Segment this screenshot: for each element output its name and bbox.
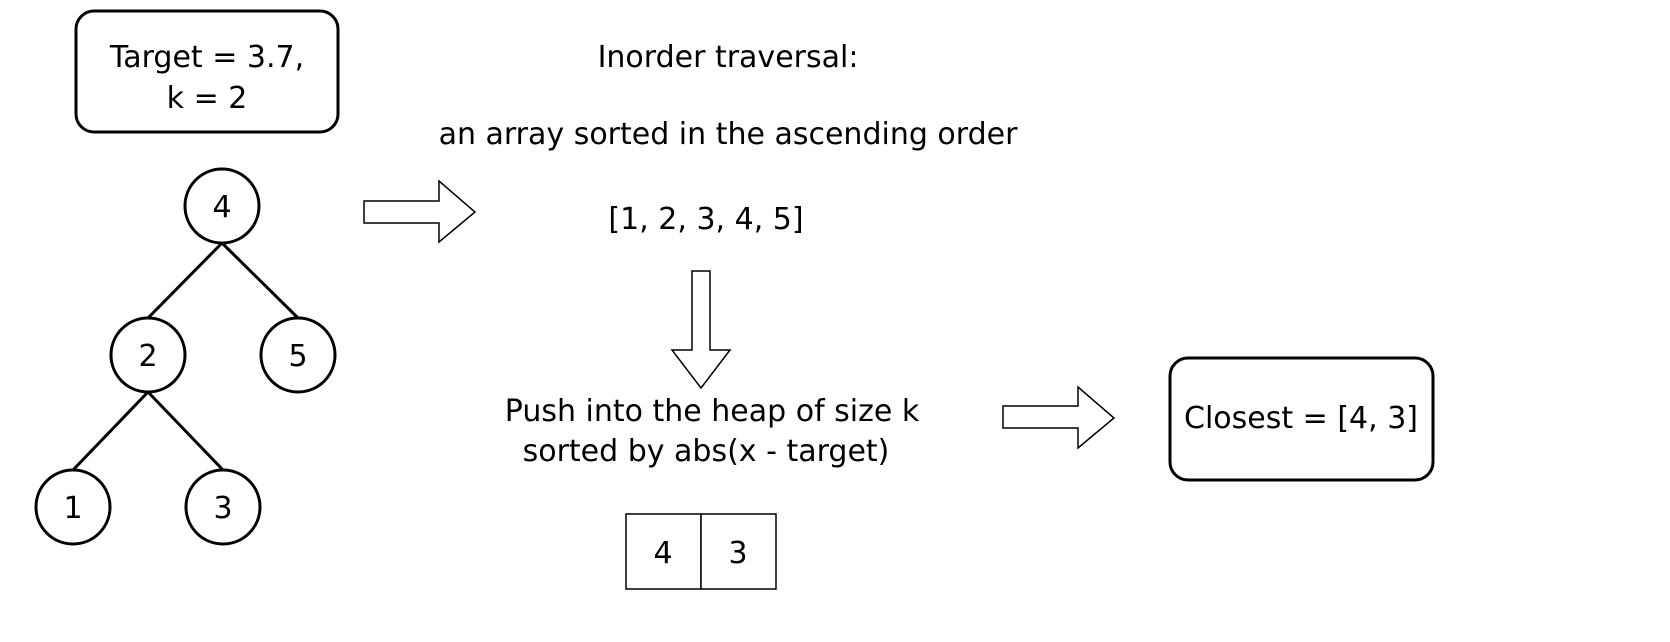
tree-edge: [71, 390, 150, 472]
k-label: k = 2: [167, 81, 248, 116]
bst-tree: 4 2 5 1 3: [34, 167, 337, 546]
right-arrow-icon: [363, 179, 477, 244]
params-box: Target = 3.7, k = 2: [74, 9, 340, 134]
heap-cell: 4: [653, 536, 672, 571]
result-box: Closest = [4, 3]: [1168, 356, 1435, 482]
target-label: Target = 3.7,: [109, 40, 304, 75]
svg-text:3: 3: [213, 491, 232, 526]
heap-cell: 3: [728, 536, 747, 571]
heap-array: 4 3: [625, 513, 777, 590]
svg-text:4: 4: [212, 190, 231, 225]
right-arrow-icon: [1002, 385, 1116, 450]
heap-description-line1: Push into the heap of size k: [505, 394, 920, 429]
tree-node-4: 4: [183, 167, 261, 245]
heap-description-line2: sorted by abs(x - target): [523, 434, 890, 469]
diagram-canvas: Target = 3.7, k = 2 4 2 5 1 3 Inorder tr…: [34, 9, 1435, 590]
inorder-title: Inorder traversal:: [598, 40, 859, 75]
result-label: Closest = [4, 3]: [1184, 401, 1418, 436]
tree-node-1: 1: [34, 468, 112, 546]
inorder-subtitle: an array sorted in the ascending order: [439, 117, 1019, 152]
svg-text:2: 2: [138, 339, 157, 374]
sorted-array: [1, 2, 3, 4, 5]: [608, 202, 803, 237]
tree-node-3: 3: [184, 468, 262, 546]
svg-text:1: 1: [63, 491, 82, 526]
tree-node-2: 2: [109, 316, 187, 394]
tree-edge: [146, 241, 224, 320]
svg-text:5: 5: [288, 339, 307, 374]
tree-edge: [146, 390, 225, 472]
tree-node-5: 5: [259, 316, 337, 394]
down-arrow-icon: [670, 270, 732, 390]
tree-edge: [220, 241, 300, 320]
